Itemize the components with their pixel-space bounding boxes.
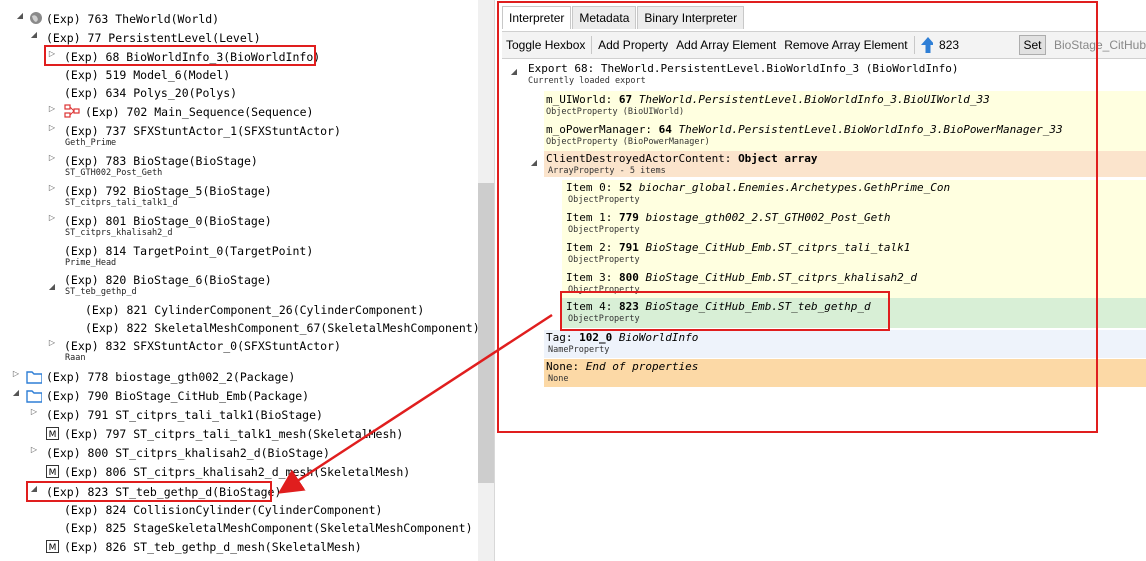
- annotation-arrow: [277, 313, 553, 494]
